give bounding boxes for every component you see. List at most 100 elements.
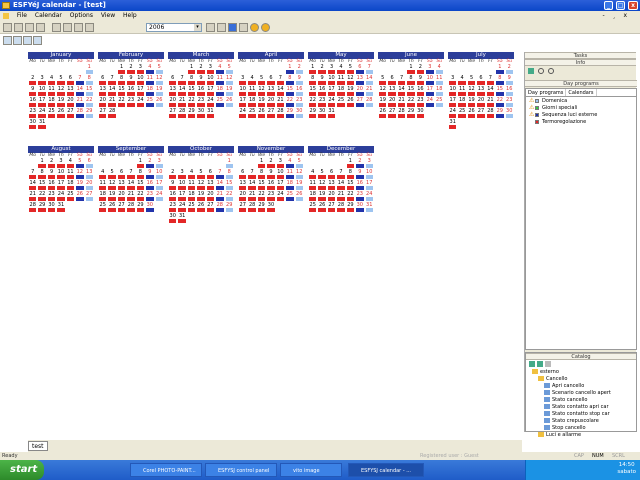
- day-cell[interactable]: 3: [327, 64, 336, 75]
- day-cell[interactable]: 28: [247, 202, 256, 213]
- menu-help[interactable]: Help: [123, 12, 137, 19]
- day-cell[interactable]: 3: [206, 64, 215, 75]
- day-cell[interactable]: 8: [85, 75, 94, 86]
- day-cell[interactable]: 4: [187, 169, 196, 180]
- task-control-panel[interactable]: ESFYSJ control panel: [205, 463, 277, 477]
- day-cell[interactable]: 4: [435, 64, 444, 75]
- day-cell[interactable]: 21: [126, 191, 135, 202]
- day-cell[interactable]: 17: [56, 180, 65, 191]
- day-cell[interactable]: 5: [317, 169, 326, 180]
- day-cell[interactable]: 31: [448, 119, 457, 130]
- day-cell[interactable]: 13: [238, 180, 247, 191]
- day-cell[interactable]: 24: [37, 108, 46, 119]
- month-header[interactable]: May: [308, 52, 374, 59]
- catalog-item[interactable]: Luci e allarme: [526, 432, 636, 439]
- day-cell[interactable]: 16: [355, 180, 364, 191]
- month-header[interactable]: June: [378, 52, 444, 59]
- day-cell[interactable]: 17: [206, 86, 215, 97]
- day-cell[interactable]: 25: [145, 97, 154, 108]
- day-cell[interactable]: 10: [37, 86, 46, 97]
- day-cell[interactable]: 20: [98, 97, 107, 108]
- day-cell[interactable]: 26: [317, 202, 326, 213]
- day-cell[interactable]: 3: [365, 158, 374, 169]
- day-cell[interactable]: 24: [365, 191, 374, 202]
- day-cell[interactable]: 6: [168, 75, 177, 86]
- day-cell[interactable]: 18: [47, 97, 56, 108]
- day-cell[interactable]: 12: [225, 75, 234, 86]
- day-cell[interactable]: 26: [196, 202, 205, 213]
- new-icon[interactable]: [3, 23, 12, 32]
- day-cell[interactable]: 22: [346, 191, 355, 202]
- day-cell[interactable]: 16: [295, 86, 304, 97]
- day-cell[interactable]: 23: [355, 191, 364, 202]
- day-cell[interactable]: 3: [238, 75, 247, 86]
- day-cell[interactable]: 28: [177, 108, 186, 119]
- day-cell[interactable]: 21: [75, 97, 84, 108]
- day-cell[interactable]: 9: [355, 169, 364, 180]
- day-cell[interactable]: 26: [346, 97, 355, 108]
- day-cell[interactable]: 26: [467, 108, 476, 119]
- day-cell[interactable]: 1: [257, 158, 266, 169]
- day-cell[interactable]: 8: [495, 75, 504, 86]
- day-cell[interactable]: 2: [126, 64, 135, 75]
- day-cell[interactable]: 14: [365, 75, 374, 86]
- day-cell[interactable]: 5: [295, 158, 304, 169]
- day-cell[interactable]: 24: [206, 97, 215, 108]
- day-cell[interactable]: 23: [168, 202, 177, 213]
- day-cell[interactable]: 1: [117, 64, 126, 75]
- day-cell[interactable]: 23: [196, 97, 205, 108]
- day-cell[interactable]: 20: [238, 191, 247, 202]
- day-cell[interactable]: 20: [85, 180, 94, 191]
- day-cell[interactable]: 19: [346, 86, 355, 97]
- day-cell[interactable]: 17: [37, 97, 46, 108]
- day-cell[interactable]: 1: [285, 64, 294, 75]
- day-cell[interactable]: 9: [28, 86, 37, 97]
- day-cell[interactable]: 15: [285, 86, 294, 97]
- day-cell[interactable]: 23: [266, 191, 275, 202]
- day-cell[interactable]: 9: [145, 169, 154, 180]
- day-cell[interactable]: 24: [56, 191, 65, 202]
- day-cell[interactable]: 27: [238, 202, 247, 213]
- month-header[interactable]: March: [168, 52, 234, 59]
- day-cell[interactable]: 14: [75, 86, 84, 97]
- day-cell[interactable]: 26: [75, 191, 84, 202]
- day-cell[interactable]: 2: [317, 64, 326, 75]
- day-cell[interactable]: 5: [225, 64, 234, 75]
- day-program-item[interactable]: Termoregolazione: [526, 118, 636, 125]
- day-cell[interactable]: 30: [295, 108, 304, 119]
- day-cell[interactable]: 15: [308, 86, 317, 97]
- document-tab-test[interactable]: test: [28, 441, 48, 451]
- day-cell[interactable]: 18: [66, 180, 75, 191]
- day-program-item[interactable]: ⚠ Domenica: [526, 97, 636, 104]
- day-cell[interactable]: 16: [126, 86, 135, 97]
- day-cell[interactable]: 13: [355, 75, 364, 86]
- day-cell[interactable]: 7: [486, 75, 495, 86]
- day-cell[interactable]: 29: [257, 202, 266, 213]
- day-cell[interactable]: 26: [225, 97, 234, 108]
- day-cell[interactable]: 17: [448, 97, 457, 108]
- day-cell[interactable]: 7: [336, 169, 345, 180]
- day-cell[interactable]: 21: [486, 97, 495, 108]
- day-cell[interactable]: 6: [206, 169, 215, 180]
- month-header[interactable]: December: [308, 146, 374, 153]
- forward-icon[interactable]: [547, 68, 554, 74]
- day-cell[interactable]: 31: [56, 202, 65, 213]
- day-cell[interactable]: 13: [117, 180, 126, 191]
- day-cell[interactable]: 23: [28, 108, 37, 119]
- day-cell[interactable]: 24: [155, 191, 164, 202]
- day-cell[interactable]: 22: [37, 191, 46, 202]
- day-cell[interactable]: 14: [215, 180, 224, 191]
- day-cell[interactable]: 9: [505, 75, 514, 86]
- window-icon[interactable]: [239, 23, 248, 32]
- day-cell[interactable]: 2: [416, 64, 425, 75]
- day-cell[interactable]: 26: [155, 97, 164, 108]
- day-cell[interactable]: 11: [247, 86, 256, 97]
- day-cell[interactable]: 26: [56, 108, 65, 119]
- day-cell[interactable]: 18: [247, 97, 256, 108]
- day-cell[interactable]: 27: [266, 108, 275, 119]
- day-cell[interactable]: 9: [266, 169, 275, 180]
- day-cell[interactable]: 18: [215, 86, 224, 97]
- catalog-item[interactable]: Cancello: [526, 376, 636, 383]
- catalog-item[interactable]: Apri cancello: [526, 383, 636, 390]
- day-cell[interactable]: 23: [317, 97, 326, 108]
